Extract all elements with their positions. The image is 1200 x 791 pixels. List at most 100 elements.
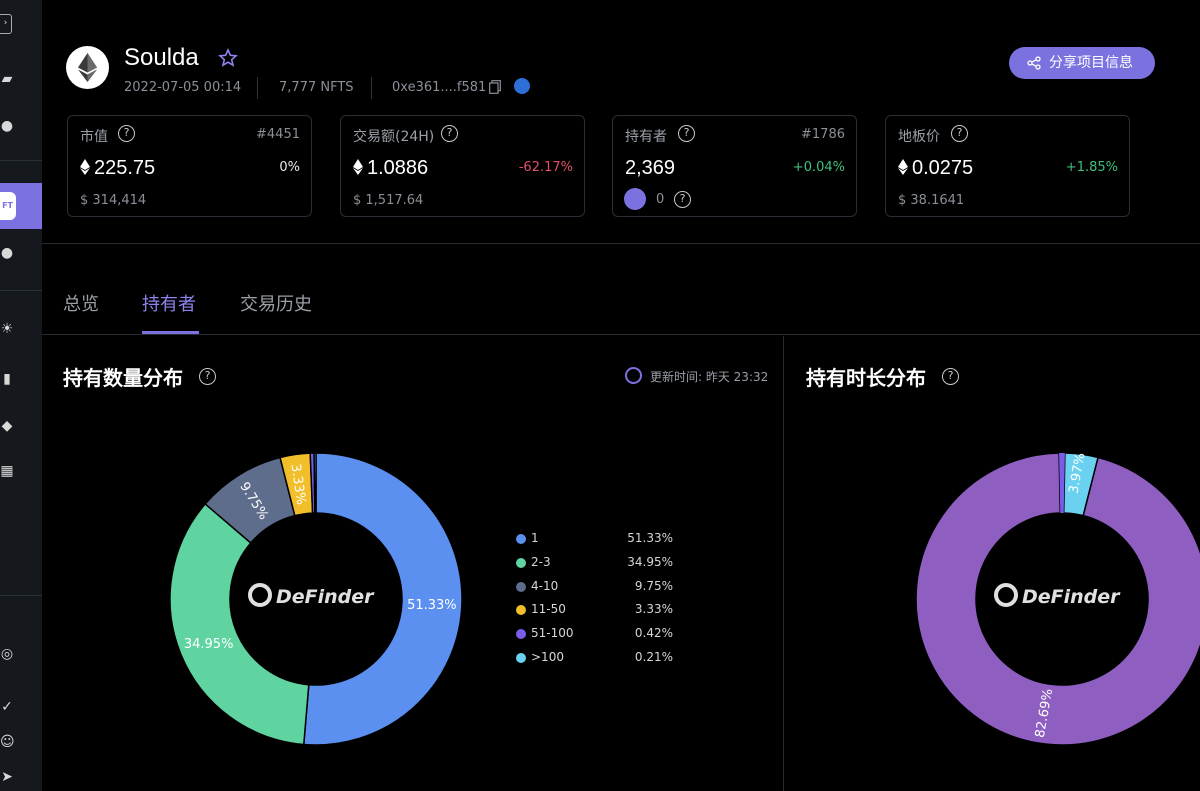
stat-label: 交易额(24H) [353,129,435,145]
donut-slice--100[interactable] [313,452,317,514]
eth-icon [898,159,908,175]
legend-dot [516,653,526,663]
legend-label: 11-50 [531,602,566,617]
legend-dot [516,581,526,592]
stat-value: 2,369 [625,157,676,179]
slice-data-label: 51.33% [407,598,457,613]
stat-rank: #1786 [801,127,845,142]
legend-value: 34.95% [627,554,673,569]
donut-slice-2-3[interactable] [169,502,310,746]
watermark-text: DeFinder [1022,586,1121,608]
legend-value: 0.21% [634,650,673,664]
help-icon[interactable]: ? [674,191,691,208]
definder-watermark: DeFinder [994,583,1121,608]
project-logo [66,46,109,89]
discord-icon[interactable]: ☺ [0,733,15,751]
stat-rank: #4451 [256,127,300,142]
stat-usd: $ 1,517.64 [353,193,424,208]
legend-label: >100 [531,650,564,664]
sidebar-divider [0,595,42,596]
clock-icon [625,367,642,384]
stat-change: +1.85% [1065,160,1118,175]
stat-label: 地板价 [898,129,940,145]
stat-change: -62.17% [518,160,573,175]
legend-dot [516,534,526,544]
legend-label: 51-100 [531,626,574,641]
holding-quantity-title: 持有数量分布 [63,366,183,390]
stat-change: 0% [279,160,300,175]
legend-value: 51.33% [627,531,673,545]
telegram-icon[interactable]: ➤ [0,768,14,786]
holding-duration-donut-chart: 3.97%82.69%DeFinder [915,452,1200,746]
copy-icon[interactable] [489,80,501,94]
coin-icon[interactable]: ● [0,244,14,262]
stat-card-market-cap: 市值 ? #4451 225.75 0% $ 314,414 [67,115,312,217]
message-icon[interactable]: ▰ [0,70,14,88]
tab-trade-history[interactable]: 交易历史 [240,290,312,316]
holding-quantity-donut-chart: 51.33%34.95%9.75% 3.33%DeFinder [169,452,463,746]
expand-icon[interactable]: › [0,14,12,34]
stat-label: 市值 [80,129,108,145]
stat-card-holders: 持有者 ? #1786 2,369 +0.04% 0 ? [612,115,857,217]
bulb-icon[interactable]: ☀ [0,320,14,338]
holding-duration-title: 持有时长分布 [806,366,926,390]
star-icon[interactable] [218,48,238,68]
help-icon[interactable]: ? [951,125,968,142]
meta-divider [257,77,258,99]
bell-icon[interactable]: ▮ [0,370,14,388]
cube-icon[interactable]: ◆ [0,417,14,435]
whale-count: 0 [656,192,665,207]
sidebar-divider [0,160,42,161]
created-date: 2022-07-05 00:14 [124,80,242,95]
project-title: Soulda [124,44,199,71]
stat-value: 1.0886 [353,157,428,180]
sidebar-divider [0,290,42,291]
legend-value: 3.33% [634,602,673,617]
watermark-text: DeFinder [276,586,375,608]
help-icon[interactable]: ? [118,125,135,142]
ethereum-icon [78,53,97,82]
stat-card-volume: 交易额(24H) ? 1.0886 -62.17% $ 1,517.64 [340,115,585,217]
explorer-icon[interactable] [514,78,530,94]
legend-dot [516,557,526,568]
legend-label: 1 [531,531,539,545]
legend-label: 2-3 [531,554,551,569]
legend-dot [516,605,526,616]
share-label: 分享项目信息 [1049,55,1133,71]
update-time: 更新时间: 昨天 23:32 [650,370,769,384]
globe-icon[interactable]: ◎ [0,645,14,663]
stat-change: +0.04% [792,160,845,175]
twitter-icon[interactable]: ✓ [0,698,14,716]
stat-value-text: 0.0275 [912,157,974,179]
tabs-divider [42,334,1200,335]
calendar-icon[interactable]: ▦ [0,462,14,480]
stat-usd: $ 314,414 [80,193,147,208]
stat-usd: $ 38.1641 [898,193,965,208]
stat-value: 0.0275 [898,157,973,180]
share-button[interactable]: 分享项目信息 [1009,47,1155,79]
nft-icon[interactable]: FT [0,192,16,220]
stat-value-text: 225.75 [94,157,156,179]
share-icon [1027,56,1041,70]
definder-watermark: DeFinder [248,583,375,608]
eth-icon [353,159,363,175]
compass-icon[interactable]: ● [0,117,14,135]
supply-count: 7,777 NFTS [279,80,354,95]
legend-label: 4-10 [531,578,559,593]
contract-address: 0xe361....f581 [392,80,487,95]
help-icon[interactable]: ? [441,125,458,142]
help-icon[interactable]: ? [942,368,959,385]
legend-value: 0.42% [634,626,673,641]
panel-divider [783,336,784,791]
help-icon[interactable]: ? [199,368,216,385]
help-icon[interactable]: ? [678,125,695,142]
whale-icon [624,188,646,210]
legend-value: 9.75% [634,578,673,593]
meta-divider [371,77,372,99]
eth-icon [80,159,90,175]
tab-overview[interactable]: 总览 [63,290,99,316]
sidebar: › ▰ ● FT ● ☀ ▮ ◆ ▦ ◎ ✓ ☺ ➤ [0,0,42,791]
tab-holders[interactable]: 持有者 [142,290,196,316]
slice-data-label: 34.95% [184,637,234,652]
stat-card-floor-price: 地板价 ? 0.0275 +1.85% $ 38.1641 [885,115,1130,217]
